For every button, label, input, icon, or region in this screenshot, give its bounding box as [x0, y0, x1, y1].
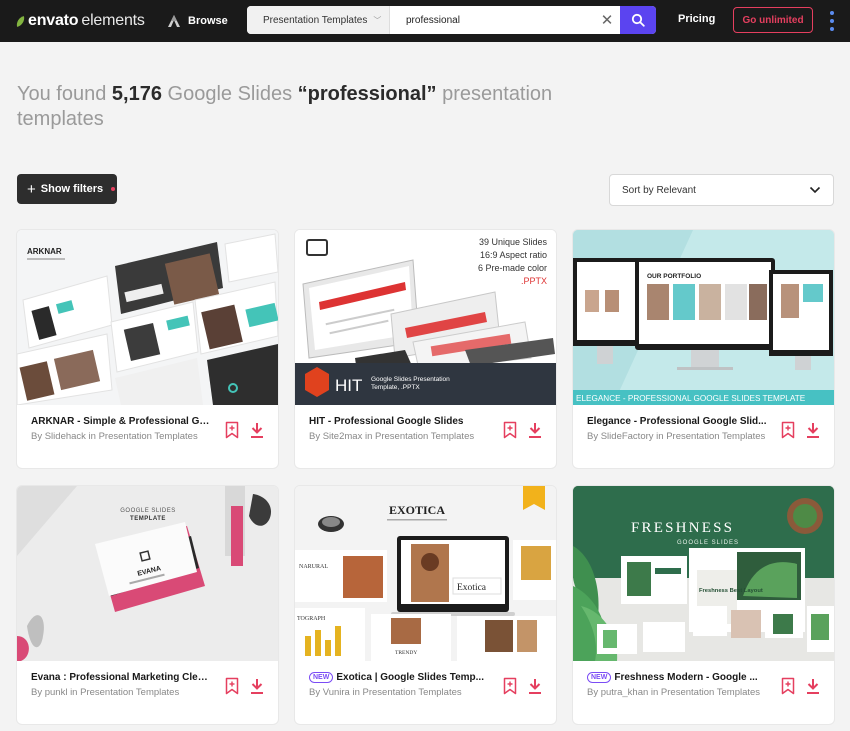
show-filters-button[interactable]: + Show filters: [17, 174, 117, 204]
stat-colors: 6 Pre-made color: [477, 263, 547, 273]
card-author: By Site2max in Presentation Templates: [309, 431, 475, 442]
evana-label-bottom: TEMPLATE: [130, 516, 166, 522]
new-badge: NEW: [309, 672, 334, 683]
headline-prefix: You found: [17, 83, 112, 105]
bookmark-add-icon[interactable]: [503, 677, 517, 695]
exotica-screen-word: Exotica: [457, 583, 487, 593]
download-icon[interactable]: [250, 678, 264, 695]
exotica-word-2: TOGRAPH: [297, 616, 326, 622]
envato-elements-logo[interactable]: envato elements: [15, 11, 145, 31]
go-unlimited-button[interactable]: Go unlimited: [733, 7, 813, 33]
sort-select[interactable]: Sort by Relevant: [609, 174, 834, 206]
card-title[interactable]: Evana : Professional Marketing Clea...: [31, 672, 211, 683]
template-thumbnail[interactable]: OUR PORTFOLIO ELEGANCE - PROFESSIONAL GO…: [573, 230, 834, 405]
search-category-select[interactable]: Presentation Templates ﹀: [247, 6, 390, 34]
card-title[interactable]: HIT - Professional Google Slides: [309, 416, 489, 427]
download-icon[interactable]: [806, 678, 820, 695]
stat-slides: 39 Unique Slides: [478, 237, 547, 247]
freshness-sub: GOOGLE SLIDES: [677, 540, 739, 546]
template-card-exotica[interactable]: EXOTICA NARURAL Exotica TOGRAPH TRENDY N…: [295, 486, 556, 724]
card-author: By punkl in Presentation Templates: [31, 687, 180, 698]
more-options-icon[interactable]: [829, 11, 835, 31]
elegance-preview-image: OUR PORTFOLIO ELEGANCE - PROFESSIONAL GO…: [573, 230, 834, 405]
arknar-preview-image: ARKNAR: [17, 230, 278, 405]
template-card-elegance[interactable]: OUR PORTFOLIO ELEGANCE - PROFESSIONAL GO…: [573, 230, 834, 468]
template-card-freshness[interactable]: FRESHNESS GOOGLE SLIDES Freshness Best L…: [573, 486, 834, 724]
bookmark-add-icon[interactable]: [503, 421, 517, 439]
stat-format: .PPTX: [520, 276, 547, 286]
logo-elements-text: elements: [81, 12, 145, 29]
card-title[interactable]: ARKNAR - Simple & Professional Go...: [31, 416, 211, 427]
browse-icon: [168, 15, 180, 27]
browse-menu[interactable]: Browse: [166, 12, 228, 30]
chevron-down-icon: ﹀: [373, 15, 382, 25]
plus-icon: +: [27, 180, 36, 198]
new-badge: NEW: [587, 672, 612, 683]
leaf-icon: [15, 15, 26, 27]
browse-label: Browse: [188, 15, 228, 27]
card-author: By Slidehack in Presentation Templates: [31, 431, 198, 442]
bookmark-add-icon[interactable]: [781, 421, 795, 439]
svg-text:ARKNAR: ARKNAR: [27, 247, 62, 256]
exotica-word-3: TRENDY: [395, 650, 417, 656]
freshness-name: FRESHNESS: [631, 520, 734, 536]
stat-ratio: 16:9 Aspect ratio: [479, 250, 547, 260]
sort-label: Sort by Relevant: [622, 184, 696, 196]
results-count: 5,176: [111, 83, 162, 105]
download-icon[interactable]: [806, 422, 820, 439]
svg-text:Template, .PPTX: Template, .PPTX: [371, 384, 420, 391]
card-title-text: Exotica | Google Slides Temp...: [336, 672, 484, 683]
search-bar: Presentation Templates ﹀ ✕: [247, 6, 656, 34]
search-icon: [631, 13, 645, 27]
freshness-preview-image: FRESHNESS GOOGLE SLIDES Freshness Best L…: [573, 486, 834, 661]
filters-indicator-dot: [111, 187, 116, 191]
headline-middle: Google Slides: [161, 83, 298, 105]
card-title[interactable]: NEW Exotica | Google Slides Temp...: [309, 672, 489, 683]
bookmark-add-icon[interactable]: [225, 421, 239, 439]
pricing-link[interactable]: Pricing: [678, 13, 715, 25]
exotica-preview-image: EXOTICA NARURAL Exotica TOGRAPH TRENDY: [295, 486, 556, 661]
top-navigation-bar: envato elements Browse Presentation Templ…: [0, 0, 850, 42]
card-author: By SlideFactory in Presentation Template…: [587, 431, 766, 442]
exotica-word-1: NARURAL: [299, 564, 328, 570]
template-thumbnail[interactable]: EXOTICA NARURAL Exotica TOGRAPH TRENDY: [295, 486, 556, 661]
template-thumbnail[interactable]: ARKNAR: [17, 230, 278, 405]
card-title[interactable]: NEW Freshness Modern - Google ...: [587, 672, 767, 683]
results-query: “professional”: [297, 83, 437, 105]
bookmark-add-icon[interactable]: [781, 677, 795, 695]
card-title-text: Freshness Modern - Google ...: [614, 672, 758, 683]
evana-label-top: GOOGLE SLIDES: [120, 508, 176, 514]
card-title[interactable]: Elegance - Professional Google Slid...: [587, 416, 767, 427]
results-headline: You found 5,176 Google Slides “professio…: [17, 82, 577, 132]
exotica-name: EXOTICA: [389, 503, 445, 517]
search-input[interactable]: [390, 6, 594, 34]
card-author: By putra_khan in Presentation Templates: [587, 687, 761, 698]
hit-stats: 39 Unique Slides 16:9 Aspect ratio 6 Pre…: [455, 236, 547, 288]
freshness-slide-title: Freshness Best Layout: [699, 588, 763, 594]
elegance-banner: ELEGANCE - PROFESSIONAL GOOGLE SLIDES TE…: [576, 394, 806, 403]
template-thumbnail[interactable]: EVANA GOOGLE SLIDES TEMPLATE: [17, 486, 278, 661]
download-icon[interactable]: [528, 422, 542, 439]
show-filters-label: Show filters: [40, 183, 104, 195]
evana-label: GOOGLE SLIDES TEMPLATE: [115, 507, 181, 523]
search-category-label: Presentation Templates: [263, 14, 368, 26]
hit-brand-text: HIT: [335, 376, 362, 395]
bookmark-add-icon[interactable]: [225, 677, 239, 695]
svg-text:Google Slides Presentation: Google Slides Presentation: [371, 376, 450, 383]
logo-envato-text: envato: [28, 12, 79, 29]
template-card-hit[interactable]: HIT Google Slides Presentation Template,…: [295, 230, 556, 468]
elegance-screen-title: OUR PORTFOLIO: [647, 273, 701, 280]
download-icon[interactable]: [528, 678, 542, 695]
clear-search-icon[interactable]: ✕: [594, 6, 620, 34]
template-thumbnail[interactable]: FRESHNESS GOOGLE SLIDES Freshness Best L…: [573, 486, 834, 661]
template-card-evana[interactable]: EVANA GOOGLE SLIDES TEMPLATE Evana : Pro…: [17, 486, 278, 724]
chevron-down-icon: [809, 186, 821, 194]
template-thumbnail[interactable]: HIT Google Slides Presentation Template,…: [295, 230, 556, 405]
card-author: By Vunira in Presentation Templates: [309, 687, 462, 698]
search-button[interactable]: [620, 6, 656, 34]
template-card-arknar[interactable]: ARKNAR ARKNAR - Simple & Professional Go…: [17, 230, 278, 468]
download-icon[interactable]: [250, 422, 264, 439]
